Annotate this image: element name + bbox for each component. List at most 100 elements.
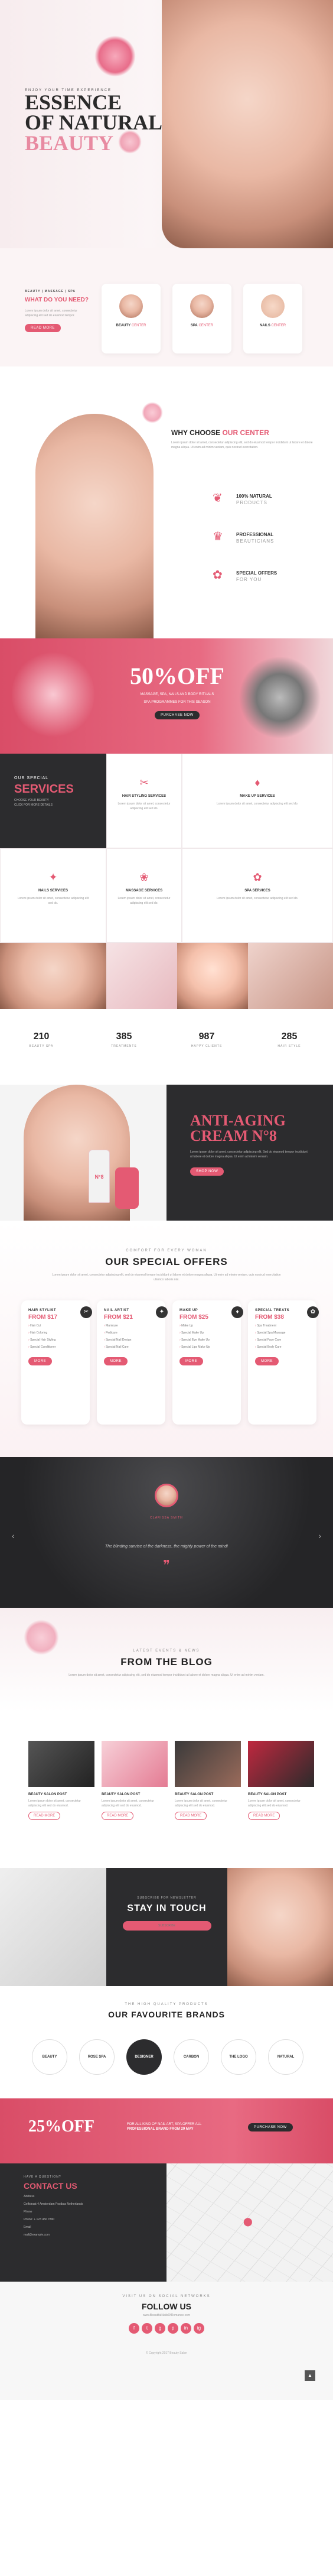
why-item-subtitle: BEAUTICIANS xyxy=(236,538,275,544)
blog-post[interactable]: BEAUTY SALON POST Lorem ipsum dolor sit … xyxy=(248,1741,314,1820)
scissors-icon: ✂ xyxy=(80,1306,92,1318)
stat-label: HAIR STYLE xyxy=(278,1044,301,1048)
read-more-button[interactable]: READ MORE xyxy=(102,1812,134,1820)
stat-number: 210 xyxy=(33,1031,50,1042)
service-title: HAIR STYLING SERVICES xyxy=(122,794,166,798)
flower-decoration xyxy=(142,402,163,423)
blog-post-image xyxy=(248,1741,314,1787)
offer-feature: Special Eye Make Up xyxy=(179,1338,234,1342)
offer-card-special-treats[interactable]: ✿ SPECIAL TREATS FROM $38 Spa Treatment S… xyxy=(248,1300,319,1425)
services-intro: OUR SPECIAL SERVICES CHOOSE YOUR BEAUTY … xyxy=(0,754,106,848)
location-map[interactable]: ⬤ xyxy=(166,2163,333,2282)
stat-label: HAPPY CLIENTS xyxy=(191,1044,223,1048)
read-more-button[interactable]: READ MORE xyxy=(175,1812,207,1820)
contact-line: Phone xyxy=(24,2210,32,2214)
service-spa[interactable]: ✿ SPA SERVICES Lorem ipsum dolor sit ame… xyxy=(182,848,333,943)
service-text: Lorem ipsum dolor sit amet, consectetur … xyxy=(216,802,299,806)
massage-icon: ❀ xyxy=(139,871,149,883)
offer-more-button[interactable]: MORE xyxy=(28,1357,52,1365)
contact-line: Gelfstraat 4 Amsterdam Postbus Netherlan… xyxy=(24,2202,83,2206)
beauty-center-card[interactable]: BEAUTY CENTER xyxy=(102,284,161,353)
copyright: © Copyright 2017 Beauty Salon xyxy=(145,2351,188,2355)
intro-read-more-button[interactable]: READ MORE xyxy=(25,324,61,332)
service-title: SPA SERVICES xyxy=(244,889,270,893)
purchase-now-button[interactable]: PURCHASE NOW xyxy=(155,711,200,719)
makeup-brush-image xyxy=(0,1868,106,1986)
shop-now-button[interactable]: SHOP NOW xyxy=(190,1167,224,1176)
offer-card-title: HAIR STYLIST xyxy=(28,1309,57,1312)
service-make-up[interactable]: ♦ MAKE UP SERVICES Lorem ipsum dolor sit… xyxy=(182,754,333,848)
map-pin-icon: ⬤ xyxy=(243,2217,253,2226)
offer-feature: Special Hair Styling xyxy=(28,1338,83,1342)
blog-post[interactable]: BEAUTY SALON POST Lorem ipsum dolor sit … xyxy=(102,1741,168,1820)
offer-banner: 50%OFF MASSAGE, SPA, NAILS AND BODY RITU… xyxy=(0,638,333,754)
blog-post-title: BEAUTY SALON POST xyxy=(102,1793,141,1796)
twitter-icon[interactable]: t xyxy=(142,2323,152,2334)
hero-section: ENJOY YOUR TIME EXPERIENCE ESSENCE OF NA… xyxy=(0,0,333,248)
service-title: MASSAGE SERVICES xyxy=(125,889,163,893)
contact-section: HAVE A QUESTION? CONTACT US Address Gelf… xyxy=(0,2163,333,2282)
discount-purchase-button[interactable]: PURCHASE NOW xyxy=(248,2123,293,2131)
card-title: NAILS xyxy=(259,324,270,327)
offer-card-price: FROM $21 xyxy=(104,1314,133,1321)
blog-post-text: Lorem ipsum dolor sit amet, consectetur … xyxy=(248,1799,301,1808)
card-subtitle: CENTER xyxy=(131,324,146,327)
blog-post[interactable]: BEAUTY SALON POST Lorem ipsum dolor sit … xyxy=(28,1741,94,1820)
stat-label: BEAUTY SPA xyxy=(29,1044,54,1048)
offer-card-hair-stylist[interactable]: ✂ HAIR STYLIST FROM $17 Hair Cut Hair Col… xyxy=(21,1300,92,1425)
service-hair-styling[interactable]: ✂ HAIR STYLING SERVICES Lorem ipsum dolo… xyxy=(106,754,182,848)
beauty-center-icon xyxy=(119,294,143,318)
gallery-image-nails xyxy=(106,943,177,1009)
scroll-to-top-icon[interactable]: ▲ xyxy=(305,2370,315,2381)
spa-center-card[interactable]: SPA CENTER xyxy=(172,284,231,353)
brand-logo[interactable]: DESIGNER xyxy=(126,2039,162,2075)
chevron-right-icon[interactable]: › xyxy=(318,1531,321,1540)
stat-treatments: 385 TREATMENTS xyxy=(83,1031,165,1048)
blog-post[interactable]: BEAUTY SALON POST Lorem ipsum dolor sit … xyxy=(175,1741,241,1820)
facebook-icon[interactable]: f xyxy=(129,2323,139,2334)
footer-website[interactable]: www.BeautifulNailsOfRomance.com xyxy=(0,2314,333,2317)
linkedin-icon[interactable]: in xyxy=(181,2323,191,2334)
stat-hair-style: 285 HAIR STYLE xyxy=(248,1031,331,1048)
cream-tube-image xyxy=(115,1167,139,1209)
offer-card-price: FROM $17 xyxy=(28,1314,57,1321)
why-choose-section: WHY CHOOSE OUR CENTER Lorem ipsum dolor … xyxy=(0,366,333,638)
nails-center-card[interactable]: NAILS CENTER xyxy=(243,284,302,353)
contact-line: mail@example.com xyxy=(24,2233,50,2237)
offer-feature: Special Make Up xyxy=(179,1331,234,1335)
brand-logo[interactable]: ROSE SPA xyxy=(79,2039,115,2075)
offer-more-button[interactable]: MORE xyxy=(255,1357,279,1365)
offer-card-make-up[interactable]: ♦ MAKE UP FROM $25 Make Up Special Make U… xyxy=(172,1300,243,1425)
contact-line: Address xyxy=(24,2195,35,2198)
offer-more-button[interactable]: MORE xyxy=(104,1357,128,1365)
contact-panel: HAVE A QUESTION? CONTACT US Address Gelf… xyxy=(0,2163,166,2282)
pinterest-icon[interactable]: p xyxy=(168,2323,178,2334)
brand-logo[interactable]: NATURAL xyxy=(268,2039,303,2075)
contact-line: Phone: + 123 456 7890 xyxy=(24,2218,55,2221)
newsletter-kicker: SUBSCRIBE FOR NEWSLETTER xyxy=(137,1896,197,1900)
offer-more-button[interactable]: MORE xyxy=(179,1357,203,1365)
gallery-stats-section: 210 BEAUTY SPA 385 TREATMENTS 987 HAPPY CLI… xyxy=(0,943,333,1085)
offer-card-nail-artist[interactable]: ✦ NAIL ARTIST FROM $21 Manicure Pedicure S… xyxy=(97,1300,168,1425)
hero-title-line1: ESSENCE xyxy=(25,90,122,114)
brand-logo[interactable]: CARBON xyxy=(174,2039,209,2075)
brand-logo[interactable]: BEAUTY xyxy=(32,2039,67,2075)
stat-number: 385 xyxy=(116,1031,132,1042)
brand-logo[interactable]: THE LOGO xyxy=(221,2039,256,2075)
blog-section: LATEST EVENTS & NEWS FROM THE BLOG Lorem… xyxy=(0,1608,333,1868)
chevron-left-icon[interactable]: ‹ xyxy=(12,1531,15,1540)
newsletter-input[interactable] xyxy=(122,1921,211,1931)
why-item-natural: ❦ 100% NATURAL PRODUCTS xyxy=(213,491,319,508)
service-nails[interactable]: ✦ NAILS SERVICES Lorem ipsum dolor sit a… xyxy=(0,848,106,943)
read-more-button[interactable]: READ MORE xyxy=(248,1812,280,1820)
lipstick-icon: ♦ xyxy=(231,1306,243,1318)
instagram-icon[interactable]: ig xyxy=(194,2323,204,2334)
offer-line2: SPA PROGRAMMES FOR THIS SEASON xyxy=(143,700,211,704)
discount-line2: PROFESSIONAL BRAND FROM 29 MAY xyxy=(127,2127,194,2131)
nail-polish-icon: ✦ xyxy=(156,1306,168,1318)
flower-icon: ✿ xyxy=(213,569,223,582)
google-plus-icon[interactable]: g xyxy=(155,2323,165,2334)
read-more-button[interactable]: READ MORE xyxy=(28,1812,61,1820)
newsletter-panel: SUBSCRIBE FOR NEWSLETTER STAY IN TOUCH xyxy=(106,1868,227,1986)
service-massage[interactable]: ❀ MASSAGE SERVICES Lorem ipsum dolor sit… xyxy=(106,848,182,943)
